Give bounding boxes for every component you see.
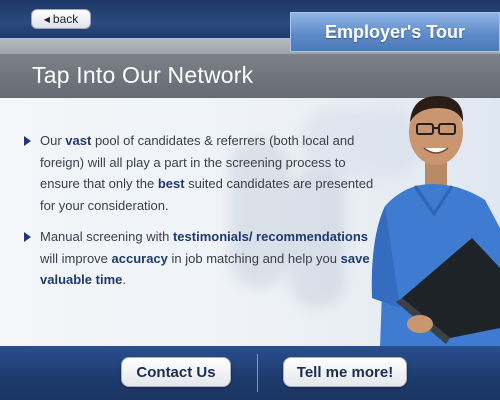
hand-shape <box>407 315 433 333</box>
employers-tour-tab: Employer's Tour <box>290 12 500 52</box>
bottom-bar: Contact Us Tell me more! <box>0 346 500 400</box>
bullet-arrow-icon <box>24 232 31 242</box>
contact-us-label: Contact Us <box>136 363 216 381</box>
businessman-photo <box>371 96 500 348</box>
button-divider <box>257 354 258 392</box>
tell-me-more-label: Tell me more! <box>296 363 394 381</box>
tell-me-more-button[interactable]: Tell me more! <box>283 357 407 387</box>
back-button[interactable]: ◀ back <box>31 9 91 29</box>
list-item: Our vast pool of candidates & referrers … <box>22 130 382 216</box>
bullet-arrow-icon <box>24 136 31 146</box>
back-label: back <box>52 12 79 26</box>
employer-tour-screen: ◀ back Employer's Tour Tap Into Our Netw… <box>0 0 500 400</box>
page-title: Tap Into Our Network <box>32 62 254 88</box>
tour-label: Employer's Tour <box>325 21 465 42</box>
contact-us-button[interactable]: Contact Us <box>121 357 231 387</box>
feature-list: Our vast pool of candidates & referrers … <box>22 130 382 291</box>
list-item: Manual screening with testimonials/ reco… <box>22 226 382 291</box>
back-arrow-icon: ◀ <box>43 14 50 24</box>
